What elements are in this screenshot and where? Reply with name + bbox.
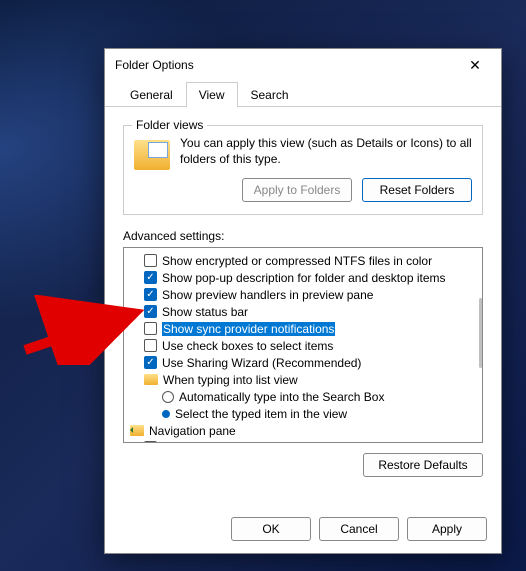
folder-views-group: Folder views You can apply this view (su… bbox=[123, 125, 483, 215]
option-show-preview[interactable]: Show preview handlers in preview pane bbox=[124, 286, 482, 303]
apply-button[interactable]: Apply bbox=[407, 517, 487, 541]
apply-to-folders-button[interactable]: Apply to Folders bbox=[242, 178, 352, 202]
folder-views-text: You can apply this view (such as Details… bbox=[180, 136, 472, 170]
folder-views-label: Folder views bbox=[132, 118, 207, 132]
checkbox-icon[interactable] bbox=[144, 271, 157, 284]
tab-bar: General View Search bbox=[105, 81, 501, 107]
checkbox-icon[interactable] bbox=[144, 339, 157, 352]
ok-button[interactable]: OK bbox=[231, 517, 311, 541]
folder-options-dialog: Folder Options ✕ General View Search Fol… bbox=[104, 48, 502, 554]
tab-general[interactable]: General bbox=[117, 82, 186, 107]
reset-folders-button[interactable]: Reset Folders bbox=[362, 178, 472, 202]
radio-icon[interactable] bbox=[162, 410, 170, 418]
scrollbar[interactable] bbox=[479, 298, 482, 368]
folder-icon bbox=[144, 374, 158, 385]
option-typing-auto[interactable]: Automatically type into the Search Box bbox=[124, 388, 482, 405]
radio-icon[interactable] bbox=[162, 391, 174, 403]
option-show-popup[interactable]: Show pop-up description for folder and d… bbox=[124, 269, 482, 286]
cancel-button[interactable]: Cancel bbox=[319, 517, 399, 541]
option-sharing-wizard[interactable]: Use Sharing Wizard (Recommended) bbox=[124, 354, 482, 371]
advanced-settings-tree[interactable]: Show encrypted or compressed NTFS files … bbox=[123, 247, 483, 443]
checkbox-icon[interactable] bbox=[144, 305, 157, 318]
checkbox-icon[interactable] bbox=[144, 254, 157, 267]
option-use-checkboxes[interactable]: Use check boxes to select items bbox=[124, 337, 482, 354]
option-show-encrypted[interactable]: Show encrypted or compressed NTFS files … bbox=[124, 252, 482, 269]
close-button[interactable]: ✕ bbox=[459, 57, 491, 74]
option-typing-select[interactable]: Select the typed item in the view bbox=[124, 405, 482, 422]
advanced-settings-label: Advanced settings: bbox=[123, 229, 483, 243]
restore-defaults-button[interactable]: Restore Defaults bbox=[363, 453, 483, 477]
checkbox-icon[interactable] bbox=[144, 288, 157, 301]
tab-search[interactable]: Search bbox=[238, 82, 302, 107]
titlebar: Folder Options ✕ bbox=[105, 49, 501, 81]
checkbox-icon[interactable] bbox=[144, 356, 157, 369]
option-availability-status[interactable]: Always show availability status bbox=[124, 439, 482, 443]
navigation-pane-group: Navigation pane bbox=[124, 422, 482, 439]
folder-icon bbox=[134, 140, 170, 170]
checkbox-icon[interactable] bbox=[144, 441, 157, 443]
nav-pane-icon bbox=[130, 425, 144, 436]
typing-group: When typing into list view bbox=[124, 371, 482, 388]
option-show-status-bar[interactable]: Show status bar bbox=[124, 303, 482, 320]
checkbox-icon[interactable] bbox=[144, 322, 157, 335]
window-title: Folder Options bbox=[115, 58, 459, 72]
option-sync-provider[interactable]: Show sync provider notifications bbox=[124, 320, 482, 337]
tab-view[interactable]: View bbox=[186, 82, 238, 107]
